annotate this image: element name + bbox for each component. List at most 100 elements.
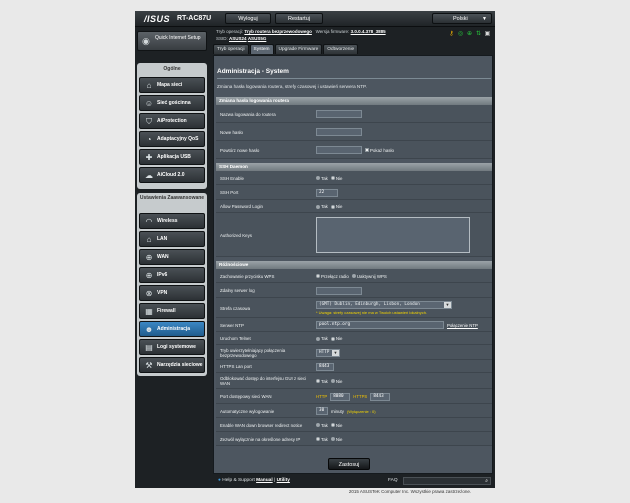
radio-button[interactable] [330, 204, 335, 209]
apply-button[interactable]: Zastosuj [328, 458, 370, 470]
timezone-select[interactable]: (GMT) Dublin, Edinburgh, Lisbon, London ▼ [316, 301, 452, 309]
sidebar-item-usb-app[interactable]: ✚ Aplikacja USB [139, 149, 205, 165]
ntp-server-label: Serwer NTP [220, 322, 244, 328]
sidebar-item-aiprotection[interactable]: ⛉ AiProtection [139, 113, 205, 129]
sidebar-item-label: AiCloud 2.0 [157, 172, 185, 179]
show-password-checkbox[interactable] [365, 148, 369, 153]
ntp-server-input[interactable]: pool.ntp.org [316, 321, 444, 329]
language-select[interactable]: Polski ▼ [432, 13, 492, 24]
tab-upgrade-firmware[interactable]: Upgrade Firmware [274, 44, 323, 54]
row-auth-method: Tryb uwierzytelniający połączenia bezprz… [216, 345, 492, 360]
radio-button[interactable] [316, 379, 320, 384]
quick-internet-setup-button[interactable]: ◉ Quick Internet Setup [137, 31, 207, 51]
top-bar: /ISUS RT-AC87U Wyloguj Restartuj Polski … [135, 11, 495, 27]
faq-search-input[interactable]: ⌕ [403, 477, 491, 485]
remote-log-input[interactable] [316, 286, 362, 295]
tab-operation-mode[interactable]: Tryb operacji [213, 44, 249, 54]
wan-redirect-no[interactable]: Nie [330, 422, 343, 428]
sidebar-item-ipv6[interactable]: ⊕ IPv6 [139, 267, 205, 283]
restart-button[interactable]: Restartuj [275, 13, 323, 24]
radio-button[interactable] [316, 336, 320, 341]
globe-icon: ⊕ [145, 253, 153, 262]
footer: ● Help & Support Manual | Utility FAQ ⌕ [213, 476, 495, 488]
radio-label: Nie [335, 422, 343, 428]
web-access-wan-no[interactable]: Nie [330, 379, 342, 384]
help-support: ● Help & Support Manual | Utility [218, 478, 290, 483]
settings-form: Zmiana hasła logowania routera Nazwa log… [216, 97, 492, 446]
allow-password-no[interactable]: Nie [330, 204, 342, 209]
sidebar-item-system-log[interactable]: ▤ Logi systemowe [139, 339, 205, 355]
auto-logout-label: Automatyczne wylogowanie [220, 408, 275, 414]
radio-button[interactable] [330, 423, 335, 428]
wan-globe-icon[interactable]: ⊕ [466, 31, 473, 38]
radio-button[interactable] [316, 176, 320, 181]
sidebar-item-label: Firewall [157, 308, 176, 315]
chevron-down-icon: ▼ [332, 349, 339, 356]
sidebar-item-label: Administracja [157, 326, 191, 333]
radio-button[interactable] [316, 423, 320, 428]
wan-port-label: Port dostępowy sieci WAN [220, 394, 272, 399]
tab-restore[interactable]: Odtworzenie [323, 44, 359, 54]
sidebar-item-aicloud[interactable]: ☁ AiCloud 2.0 [139, 167, 205, 183]
ip-restriction-no[interactable]: Nie [330, 437, 342, 442]
sidebar-item-wireless[interactable]: ◠ Wireless [139, 213, 205, 229]
telnet-no[interactable]: Nie [330, 336, 342, 341]
auth-method-select[interactable]: HTTP ▼ [316, 348, 340, 357]
radio-button[interactable] [316, 204, 320, 209]
wps-toggle-radio-option[interactable]: Przełącz radio [316, 274, 349, 279]
sidebar-item-firewall[interactable]: ▦ Firewall [139, 303, 205, 319]
allow-password-yes[interactable]: Tak [316, 204, 328, 209]
usb-icon[interactable]: ⇅ [475, 31, 482, 38]
tab-system[interactable]: System [249, 44, 274, 54]
wan-https-port-input[interactable]: 8443 [370, 392, 391, 401]
radio-button[interactable] [330, 379, 335, 384]
sidebar-item-network-tools[interactable]: ⚒ Narzędzia sieciowe [139, 357, 205, 373]
wan-redirect-yes[interactable]: Tak [316, 423, 328, 428]
radio-button[interactable] [351, 274, 356, 279]
key-icon[interactable]: ⚷ [448, 31, 455, 38]
logout-button[interactable]: Wyloguj [225, 13, 271, 24]
ssh-enable-label: SSH Enable [220, 175, 244, 181]
app-icon[interactable]: ▣ [484, 31, 491, 38]
authorized-keys-textarea[interactable] [316, 217, 470, 253]
ssh-enable-yes[interactable]: Tak [316, 176, 328, 181]
utility-link[interactable]: Utility [277, 478, 290, 483]
https-lan-port-input[interactable]: 8443 [316, 362, 334, 371]
sidebar-item-administration[interactable]: ☻ Administracja [139, 321, 205, 337]
firmware-link[interactable]: 3.0.0.4.378_3885 [351, 29, 386, 34]
wps-activate-option[interactable]: Uaktywnij WPS [351, 274, 387, 279]
radio-button[interactable] [330, 176, 335, 181]
retype-password-input[interactable] [316, 146, 362, 154]
radio-button[interactable] [316, 437, 320, 442]
ssh-port-input[interactable]: 22 [316, 188, 338, 197]
radio-label: Tak [321, 422, 328, 428]
auto-logout-input[interactable]: 30 [316, 407, 328, 415]
status-icons: ⚷ ◎ ⊕ ⇅ ▣ [448, 31, 491, 38]
sidebar-item-wan[interactable]: ⊕ WAN [139, 249, 205, 265]
puzzle-icon: ✚ [145, 153, 153, 162]
internet-icon[interactable]: ◎ [457, 31, 464, 38]
login-name-input[interactable] [316, 110, 362, 118]
wan-http-port-input[interactable]: 8080 [330, 392, 351, 401]
sidebar-item-lan[interactable]: ⌂ LAN [139, 231, 205, 247]
sidebar-item-guest-network[interactable]: ☺ Sieć gościnna [139, 95, 205, 111]
new-password-input[interactable] [316, 128, 362, 136]
sidebar-item-vpn[interactable]: ⊗ VPN [139, 285, 205, 301]
operation-mode-link[interactable]: Tryb routera bezprzewodowego [244, 29, 312, 34]
web-access-wan-yes[interactable]: Tak [316, 379, 328, 384]
timezone-label: Strefa czasowa [220, 305, 251, 311]
sidebar-item-adaptive-qos[interactable]: ◔ Adaptacyjny QoS [139, 131, 205, 147]
radio-label: Tak [321, 436, 328, 442]
ip-restriction-yes[interactable]: Tak [316, 437, 328, 442]
search-icon[interactable]: ⌕ [485, 478, 488, 484]
radio-button[interactable] [316, 274, 320, 279]
radio-button[interactable] [330, 336, 335, 341]
show-password-toggle[interactable]: Pokaż hasło [365, 148, 394, 153]
sidebar-item-network-map[interactable]: ⌂ Mapa sieci [139, 77, 205, 93]
ntp-link[interactable]: Połączenie NTP [447, 323, 478, 328]
ssh-enable-no[interactable]: Nie [330, 176, 342, 181]
faq-label: FAQ [388, 478, 398, 483]
radio-button[interactable] [330, 437, 335, 442]
telnet-yes[interactable]: Tak [316, 336, 328, 341]
manual-link[interactable]: Manual [256, 478, 273, 483]
